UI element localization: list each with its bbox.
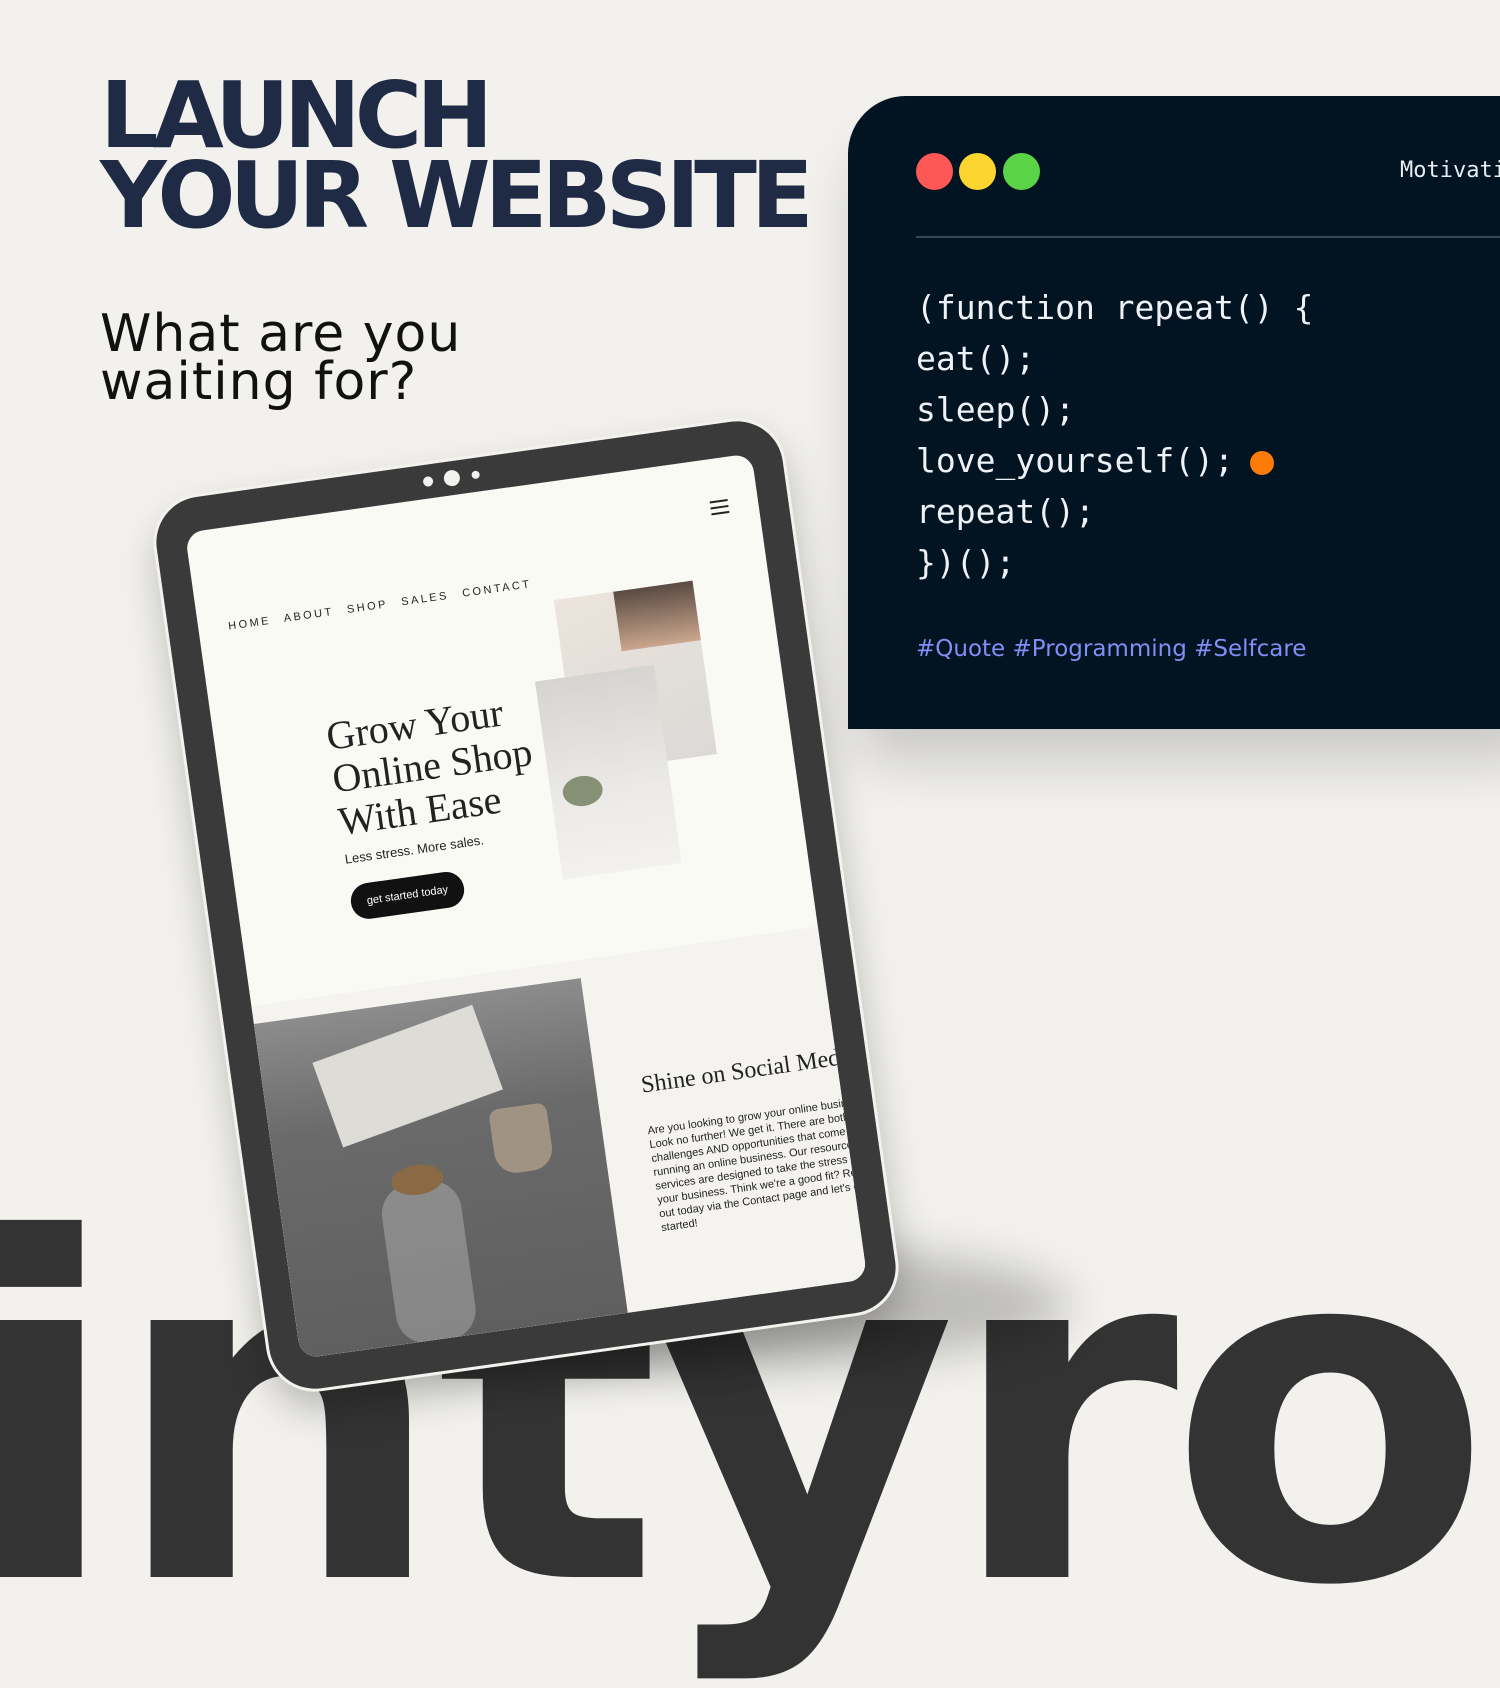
code-line: eat(); <box>916 339 1036 378</box>
nav-sales[interactable]: SALES <box>401 590 450 609</box>
site-nav: HOME ABOUT SHOP SALES CONTACT <box>228 577 541 633</box>
nav-shop[interactable]: SHOP <box>346 598 388 616</box>
tablet-screen: HOME ABOUT SHOP SALES CONTACT Grow Your … <box>184 453 868 1359</box>
bottle-image <box>377 1177 480 1347</box>
headline-line-2: YOUR WEBSITE <box>100 142 814 249</box>
breakpoint-dot-icon <box>1250 451 1274 475</box>
get-started-button[interactable]: get started today <box>348 869 467 922</box>
nav-about[interactable]: ABOUT <box>283 606 335 625</box>
code-line: })(); <box>916 543 1016 582</box>
minimize-dot-icon <box>959 153 996 190</box>
nav-home[interactable]: HOME <box>228 615 272 633</box>
mug-image <box>488 1102 555 1176</box>
subheadline: What are you waiting for? <box>100 304 462 412</box>
code-line: repeat(); <box>916 492 1095 531</box>
code-window-divider <box>916 236 1500 238</box>
code-line: sleep(); <box>916 390 1075 429</box>
code-line: (function repeat() { <box>916 288 1314 327</box>
camera-dot-icon <box>422 475 434 488</box>
close-dot-icon <box>916 153 953 190</box>
code-window-title: Motivati <box>1400 158 1500 183</box>
notebook-image <box>312 1004 503 1148</box>
social-section: Shine on Social Media Are you looking to… <box>251 926 868 1359</box>
code-block: (function repeat() { eat(); sleep(); lov… <box>916 282 1313 588</box>
camera-dot-icon <box>471 470 481 480</box>
hamburger-icon[interactable] <box>709 499 730 519</box>
person-image <box>613 580 701 652</box>
nav-contact[interactable]: CONTACT <box>461 578 532 600</box>
desk-photo <box>253 978 628 1359</box>
code-window: Motivati (function repeat() { eat(); sle… <box>848 96 1500 729</box>
subheadline-line-1: What are you <box>100 304 462 364</box>
subheadline-line-2: waiting for? <box>100 352 418 412</box>
hashtags: #Quote #Programming #Selfcare <box>916 636 1307 662</box>
social-body: Are you looking to grow your online busi… <box>646 1094 868 1235</box>
maximize-dot-icon <box>1003 153 1040 190</box>
social-title: Shine on Social Media <box>639 1042 859 1099</box>
camera-lens-icon <box>442 469 461 488</box>
headline: LAUNCH YOUR WEBSITE <box>100 70 814 249</box>
tablet-mockup: HOME ABOUT SHOP SALES CONTACT Grow Your … <box>150 415 902 1395</box>
